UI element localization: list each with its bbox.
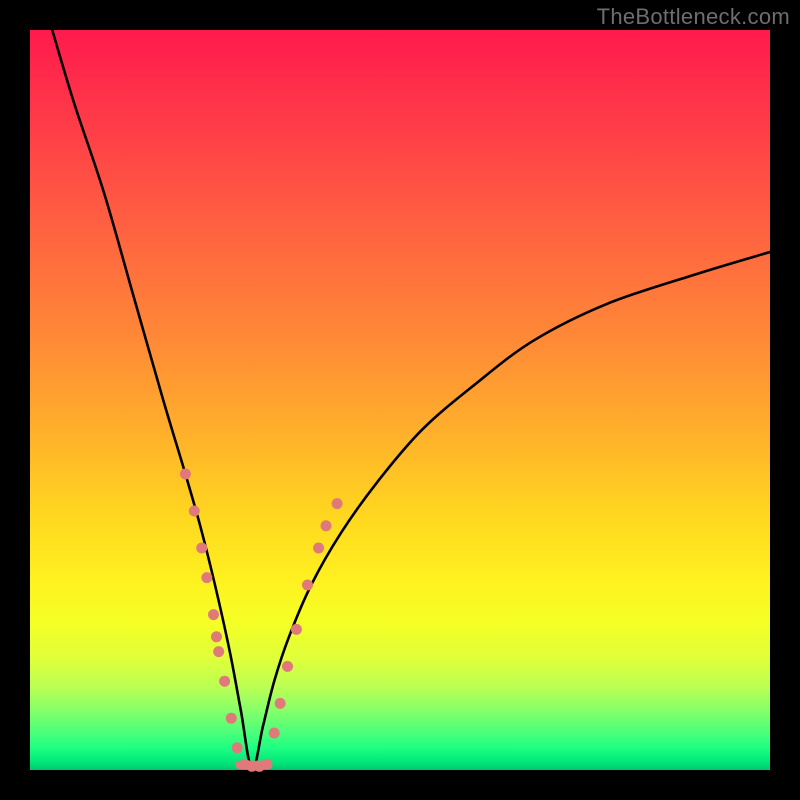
watermark-text: TheBottleneck.com: [597, 4, 790, 30]
marker-dot: [189, 506, 200, 517]
marker-dot: [201, 572, 212, 583]
plot-area: [30, 30, 770, 770]
marker-dot: [211, 631, 222, 642]
marker-dot: [226, 713, 237, 724]
marker-dot: [291, 624, 302, 635]
marker-dot: [302, 580, 313, 591]
marker-dot: [180, 469, 191, 480]
marker-dot: [269, 728, 280, 739]
chart-svg: [30, 30, 770, 770]
chart-stage: TheBottleneck.com: [0, 0, 800, 800]
marker-dot: [282, 661, 293, 672]
marker-dot: [219, 676, 230, 687]
bottleneck-curve: [52, 30, 770, 770]
marker-dot: [321, 520, 332, 531]
marker-dot: [213, 646, 224, 657]
marker-dot: [332, 498, 343, 509]
marker-dot: [208, 609, 219, 620]
marker-dot: [313, 543, 324, 554]
marker-dot: [275, 698, 286, 709]
marker-group: [180, 469, 343, 772]
marker-dot: [261, 759, 272, 770]
marker-dot: [232, 742, 243, 753]
marker-dot: [196, 543, 207, 554]
